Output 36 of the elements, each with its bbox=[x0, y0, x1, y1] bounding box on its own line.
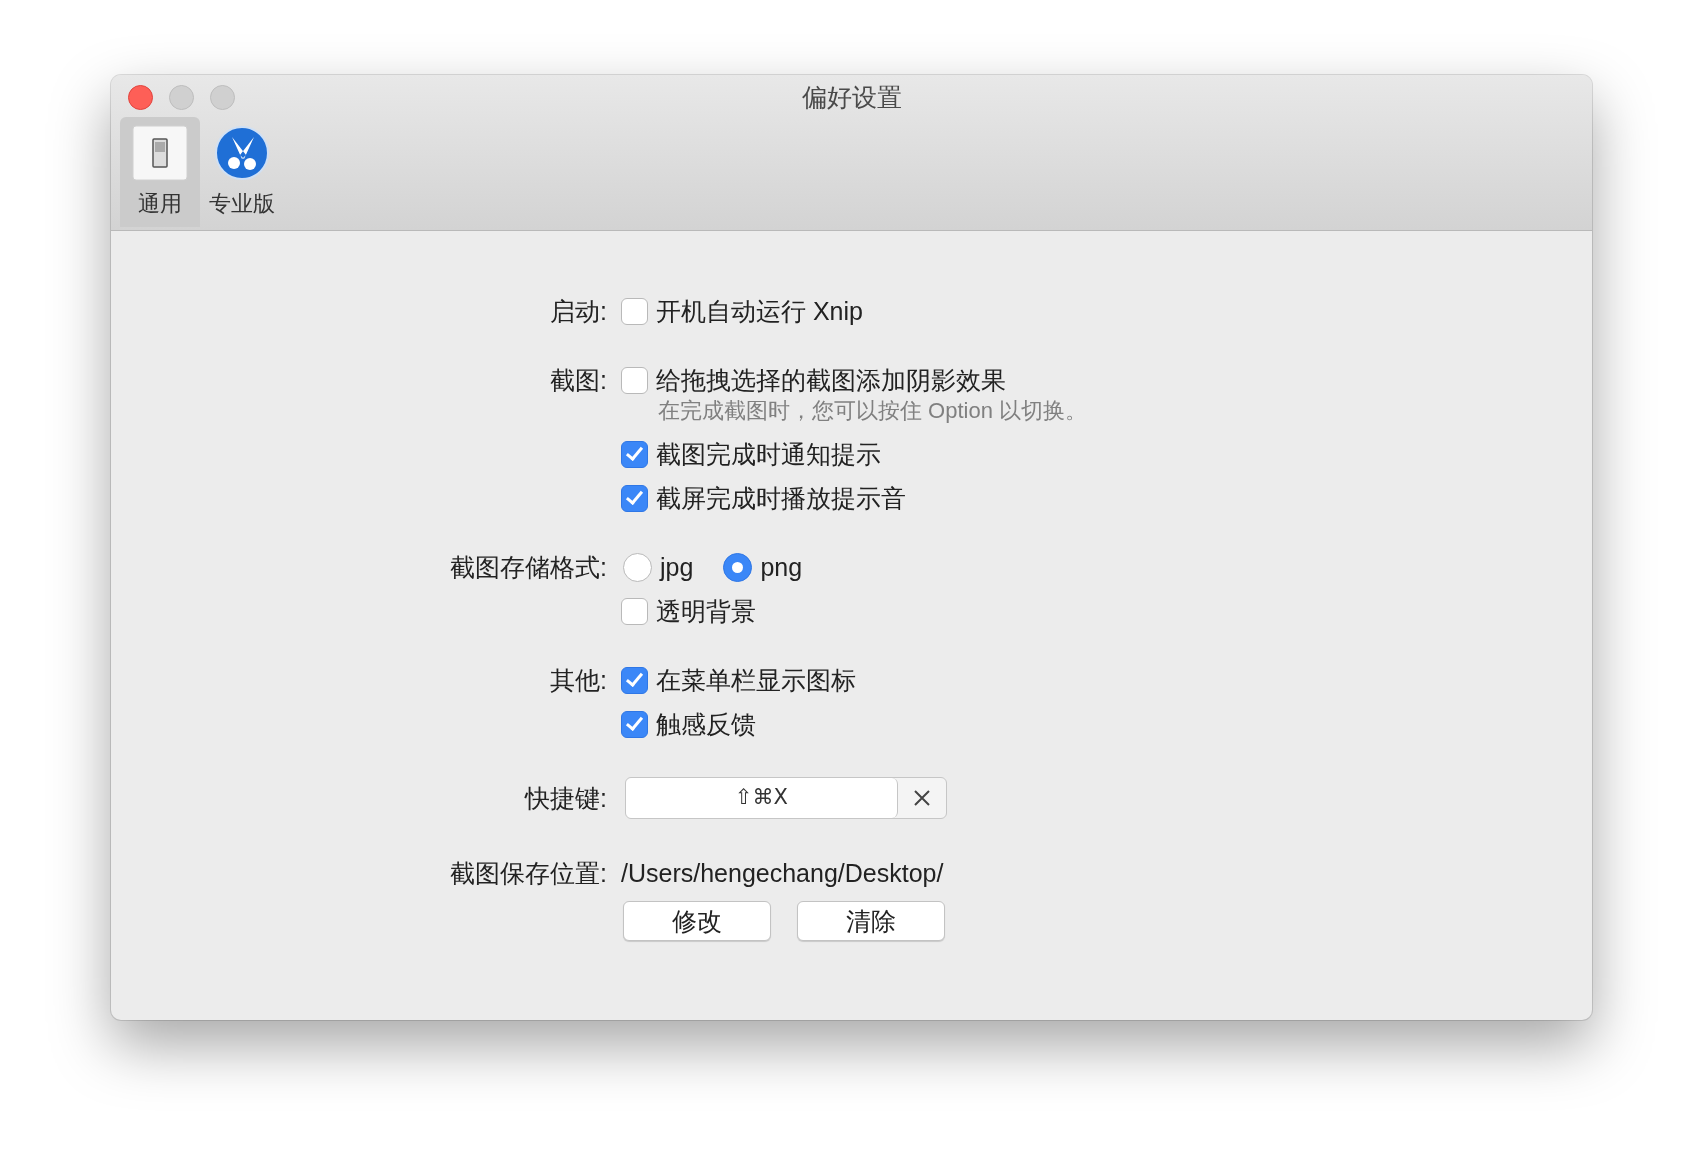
toolbar-tab[interactable]: 通用 bbox=[120, 117, 200, 227]
checkbox-label[interactable]: 给拖拽选择的截图添加阴影效果 bbox=[656, 364, 1006, 396]
radio-label[interactable]: jpg bbox=[660, 551, 694, 583]
radio-button[interactable] bbox=[723, 552, 753, 582]
scissors-icon bbox=[214, 125, 270, 181]
action-button[interactable]: 修改 bbox=[623, 901, 771, 941]
shortcut-value: ⇧⌘X bbox=[626, 778, 898, 818]
field-label: 快捷键: bbox=[523, 783, 608, 814]
action-button[interactable]: 清除 bbox=[797, 901, 945, 941]
field-label: 截图: bbox=[549, 365, 608, 396]
window-title: 偏好设置 bbox=[801, 82, 902, 113]
checkbox-label[interactable]: 在菜单栏显示图标 bbox=[656, 664, 856, 696]
checkbox[interactable] bbox=[621, 440, 648, 468]
checkbox[interactable] bbox=[621, 366, 648, 394]
checkbox-label[interactable]: 截图完成时通知提示 bbox=[656, 438, 881, 470]
switch-icon bbox=[132, 125, 188, 181]
field-label: 截图保存位置: bbox=[449, 858, 608, 889]
radio-label[interactable]: png bbox=[760, 551, 803, 583]
path-text: /Users/hengechang/Desktop/ bbox=[621, 858, 945, 889]
field-label: 其他: bbox=[549, 665, 608, 696]
checkbox[interactable] bbox=[621, 597, 648, 625]
checkbox[interactable] bbox=[621, 297, 648, 325]
field-label: 启动: bbox=[549, 296, 608, 327]
checkbox-label[interactable]: 透明背景 bbox=[656, 595, 756, 627]
checkbox[interactable] bbox=[621, 484, 648, 512]
checkbox[interactable] bbox=[621, 666, 648, 694]
field-label: 截图存储格式: bbox=[449, 552, 608, 583]
close-button[interactable] bbox=[128, 85, 153, 110]
shortcut-field[interactable]: ⇧⌘X bbox=[625, 777, 947, 819]
checkbox[interactable] bbox=[621, 710, 648, 738]
toolbar-tab[interactable]: 专业版 bbox=[202, 117, 282, 227]
radio-button[interactable] bbox=[623, 552, 652, 582]
checkbox-label[interactable]: 开机自动运行 Xnip bbox=[656, 295, 863, 327]
hint-text: 在完成截图时，您可以按住 Option 以切换。 bbox=[658, 397, 1088, 425]
checkbox-label[interactable]: 触感反馈 bbox=[656, 708, 756, 740]
checkbox-label[interactable]: 截屏完成时播放提示音 bbox=[656, 482, 906, 514]
